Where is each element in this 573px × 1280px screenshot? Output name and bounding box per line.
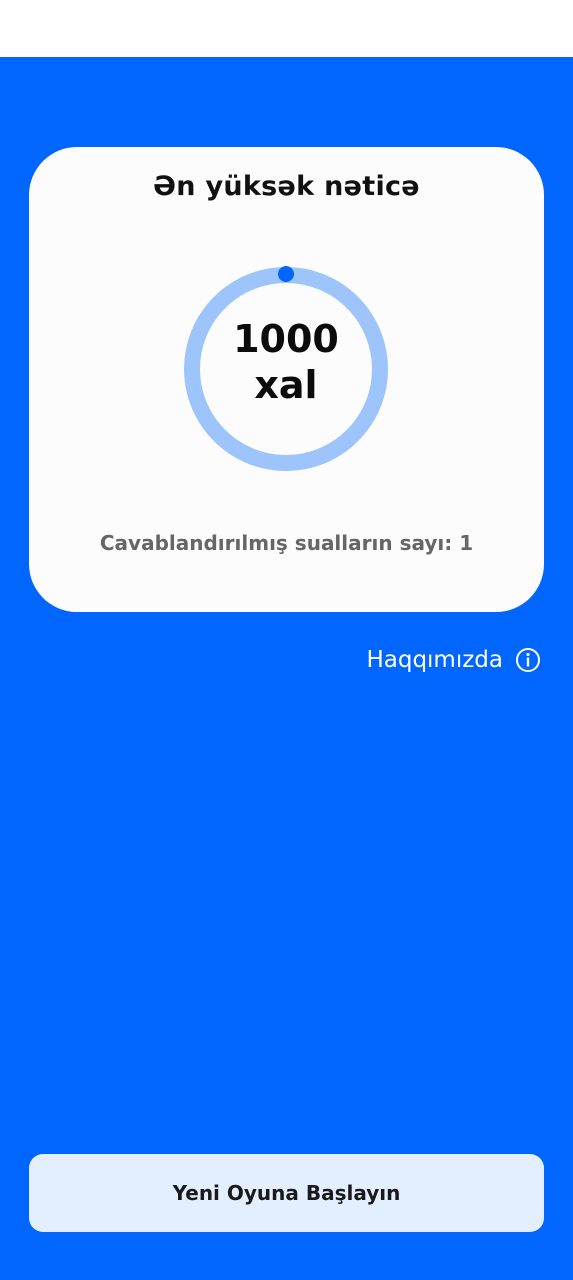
score-ring: 1000 xal xyxy=(179,262,393,476)
answered-count: Cavablandırılmış sualların sayı: 1 xyxy=(99,531,474,555)
info-icon xyxy=(515,647,541,673)
score-unit: xal xyxy=(254,363,318,407)
high-score-card: Ən yüksək nəticə 1000 xal Cavablandırılm… xyxy=(29,147,544,612)
main-screen: Ən yüksək nəticə 1000 xal Cavablandırılm… xyxy=(0,57,573,1280)
score-value: 1000 xyxy=(233,317,339,361)
start-new-game-button[interactable]: Yeni Oyuna Başlayın xyxy=(29,1154,544,1232)
about-link[interactable]: Haqqımızda xyxy=(366,647,541,673)
ring-progress-dot xyxy=(278,266,294,282)
status-bar xyxy=(0,0,573,57)
about-label: Haqqımızda xyxy=(366,647,503,673)
card-title: Ən yüksək nəticə xyxy=(153,171,420,202)
score-display: 1000 xal xyxy=(179,316,393,408)
